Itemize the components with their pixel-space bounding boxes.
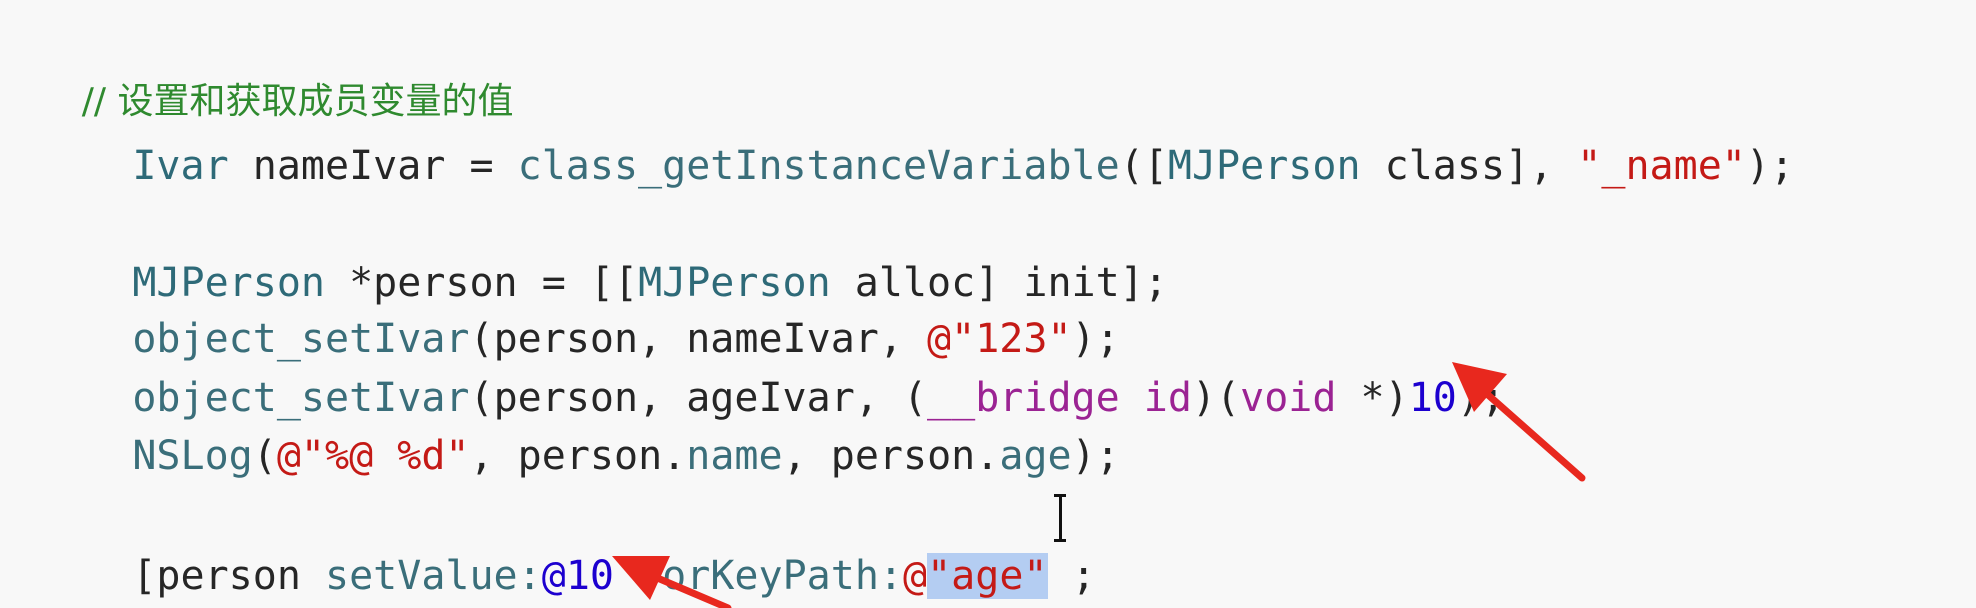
code-token: ; (1071, 553, 1096, 599)
selected-text[interactable]: "age" (927, 553, 1048, 599)
code-token: class], (1360, 143, 1578, 189)
code-token: ([ (1119, 143, 1168, 189)
code-token: ); (1745, 143, 1795, 189)
code-line-2[interactable]: Ivar nameIvar = class_getInstanceVariabl… (36, 82, 1794, 189)
code-line-1[interactable]: // 设置和获取成员变量的值 (36, 18, 514, 122)
code-token: *) (1336, 375, 1409, 421)
method-token: forKeyPath: (638, 553, 903, 599)
type-token: MJPerson (1167, 143, 1361, 189)
code-line-4[interactable]: object_setIvar(person, nameIvar, @"123")… (36, 255, 1119, 362)
function-token: class_getInstanceVariable (517, 143, 1120, 189)
string-token: @"%@ %d" (276, 433, 470, 479)
code-token: ( (252, 433, 277, 479)
code-token: )( (1191, 375, 1241, 421)
function-token: NSLog (132, 433, 253, 479)
code-line-5[interactable]: object_setIvar(person, ageIvar, (__bridg… (36, 314, 1505, 421)
code-token: nameIvar = (228, 143, 518, 189)
number-token: @10 (541, 553, 614, 599)
number-token: 10 (1408, 375, 1457, 421)
code-token: ); (1071, 433, 1120, 479)
method-token: setValue: (324, 553, 542, 599)
code-token: [person (132, 553, 325, 599)
code-token: ); (1456, 375, 1506, 421)
keyword-token: void (1240, 375, 1337, 421)
code-token: , person. (782, 433, 1000, 479)
code-token: , person. (469, 433, 687, 479)
keyword-token: id (1143, 375, 1192, 421)
code-line-6[interactable]: NSLog(@"%@ %d", person.name, person.age)… (36, 372, 1119, 479)
string-token: @ (902, 553, 928, 599)
code-line-3[interactable]: MJPerson *person = [[MJPerson alloc] ini… (36, 199, 1168, 306)
i-beam-cursor-icon (1054, 494, 1066, 542)
code-line-7[interactable]: [person setValue:@10 forKeyPath:@"age" ; (36, 492, 1096, 599)
property-token: name (686, 433, 783, 479)
type-token: Ivar (132, 143, 229, 189)
property-token: age (999, 433, 1072, 479)
string-token: "_name" (1577, 143, 1746, 189)
code-editor[interactable]: // 设置和获取成员变量的值 Ivar nameIvar = class_get… (0, 0, 1976, 608)
